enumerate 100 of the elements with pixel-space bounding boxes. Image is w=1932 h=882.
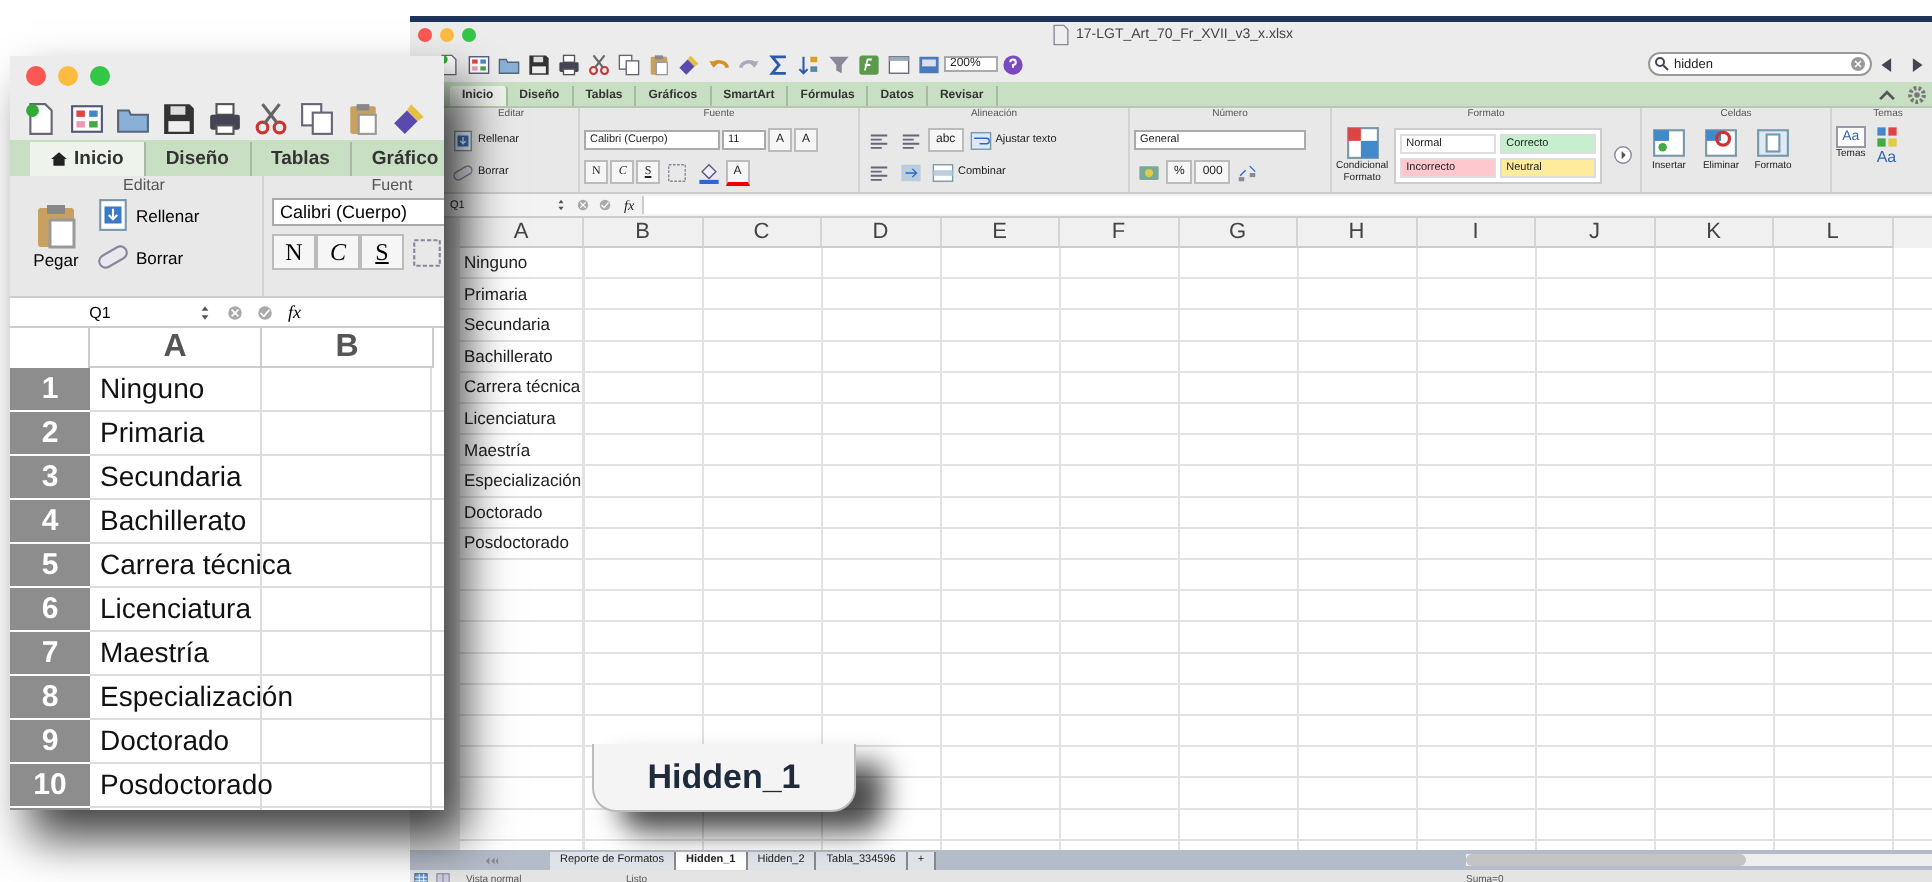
align-lines-icon[interactable] [868,129,890,151]
table-cell-text: Primaria [464,281,528,308]
table-cell-text: Carrera técnica [98,546,292,584]
clipboard-icon[interactable] [648,53,670,75]
table-cell-text: Ninguno [98,370,205,408]
clipboard-icon[interactable] [346,101,380,135]
table-format-icon[interactable] [1345,126,1380,160]
column-header[interactable]: A [460,218,584,248]
clipboard-icon[interactable] [32,202,80,250]
table-cell-text: Bachillerato [98,502,247,540]
decimals-icon[interactable] [1236,161,1259,183]
sheet-tab[interactable]: Hidden_1 [592,744,856,812]
align-lines-icon[interactable] [868,161,890,183]
fill-button[interactable]: Rellenar [90,198,200,232]
column-header[interactable]: F [1060,218,1179,248]
table-cell-text: Especialización [98,678,293,716]
sigma-icon[interactable] [768,53,790,75]
fill-down-icon[interactable] [96,198,130,232]
column-header[interactable]: C [703,218,822,248]
printer-icon[interactable] [208,101,242,135]
printer-icon[interactable] [558,53,580,75]
brush-icon[interactable] [678,53,700,75]
column-header[interactable]: L [1774,218,1893,248]
paint-bucket-icon[interactable] [697,161,720,183]
table-cell-text: Bachillerato [464,343,553,370]
table-cell-text: Primaria [98,414,205,452]
delete-cells-icon[interactable] [1704,126,1738,160]
search-icon[interactable] [1654,56,1670,72]
clear-icon[interactable] [1850,56,1866,72]
grid-icon[interactable] [468,53,490,75]
column-header[interactable]: B [584,218,703,248]
copy-icon[interactable] [618,53,640,75]
column-header[interactable]: D [822,218,941,248]
colors-icon[interactable] [1875,126,1898,148]
normal-view-icon[interactable] [412,872,430,882]
sort-icon[interactable] [798,53,820,75]
bold-button[interactable]: N [272,234,316,270]
column-header[interactable]: H [1298,218,1417,248]
gear-icon[interactable] [1906,84,1928,106]
floppy-icon[interactable] [162,101,196,135]
paste-button[interactable]: Pegar [26,202,86,270]
align-lines-icon[interactable] [900,129,922,151]
column-header[interactable]: E [941,218,1060,248]
expand-icon[interactable] [1612,144,1635,166]
italic-button[interactable]: C [316,234,360,270]
brush-icon[interactable] [392,101,426,135]
scrollbar-thumb[interactable] [1466,854,1746,866]
border-icon[interactable] [410,235,444,269]
funnel-icon[interactable] [828,53,850,75]
table-cell-text: Secundaria [464,312,551,339]
group-title: Fuent [369,176,415,198]
grid-icon[interactable] [70,101,104,135]
image-icon[interactable] [918,53,940,75]
clear-button[interactable]: Borrar [90,240,200,274]
copy-icon[interactable] [300,101,334,135]
close-button[interactable] [418,27,432,41]
document-icon[interactable] [24,101,58,135]
cancel-icon[interactable] [576,198,590,212]
scissors-icon[interactable] [588,53,610,75]
confirm-icon[interactable] [598,198,612,212]
stepper-icon[interactable] [196,303,214,321]
confirm-icon[interactable] [256,303,274,321]
merge-icon[interactable] [932,161,954,183]
underline-button[interactable]: S [360,234,404,270]
table-cell-text: Especialización [464,468,582,495]
table-cell-text: Secundaria [98,458,242,496]
column-header[interactable]: G [1179,218,1298,248]
table-cell-text: Maestría [98,634,209,672]
function-label: fx [288,302,301,322]
fill-down-icon[interactable] [452,129,474,151]
format-cells-icon[interactable] [1756,126,1790,160]
font-field[interactable]: Calibri (Cuerpo) [272,198,444,226]
table-cell-text: Licenciatura [464,405,556,432]
wrap-icon[interactable] [969,129,992,151]
theme-fonts-button[interactable]: Aa [1876,148,1897,166]
column-header[interactable]: I [1417,218,1536,248]
function-icon[interactable] [858,53,880,75]
name-box[interactable]: Q1 [10,303,190,321]
table-cell-text: Doctorado [98,722,230,760]
column-header[interactable]: J [1536,218,1655,248]
column-header[interactable]: K [1655,218,1774,248]
window-icon[interactable] [888,53,910,75]
ribbon-tab[interactable]: Inicio [30,142,146,176]
folder-icon[interactable] [498,53,520,75]
floppy-icon[interactable] [528,53,550,75]
page-view-icon[interactable] [434,872,452,882]
table-cell-text: Posdoctorado [464,530,569,557]
currency-icon[interactable] [1138,161,1160,183]
cancel-icon[interactable] [226,303,244,321]
indent-icon[interactable] [900,161,922,183]
formula-field[interactable] [642,196,1932,214]
document-icon [1050,23,1072,45]
border-icon[interactable] [665,161,688,183]
help-icon[interactable] [1002,53,1025,75]
close-button[interactable] [26,66,46,86]
scissors-icon[interactable] [254,101,288,135]
stepper-icon[interactable] [554,198,568,212]
eraser-icon[interactable] [452,161,474,183]
group-title: Editar [121,176,167,198]
insert-cells-icon[interactable] [1652,126,1686,160]
